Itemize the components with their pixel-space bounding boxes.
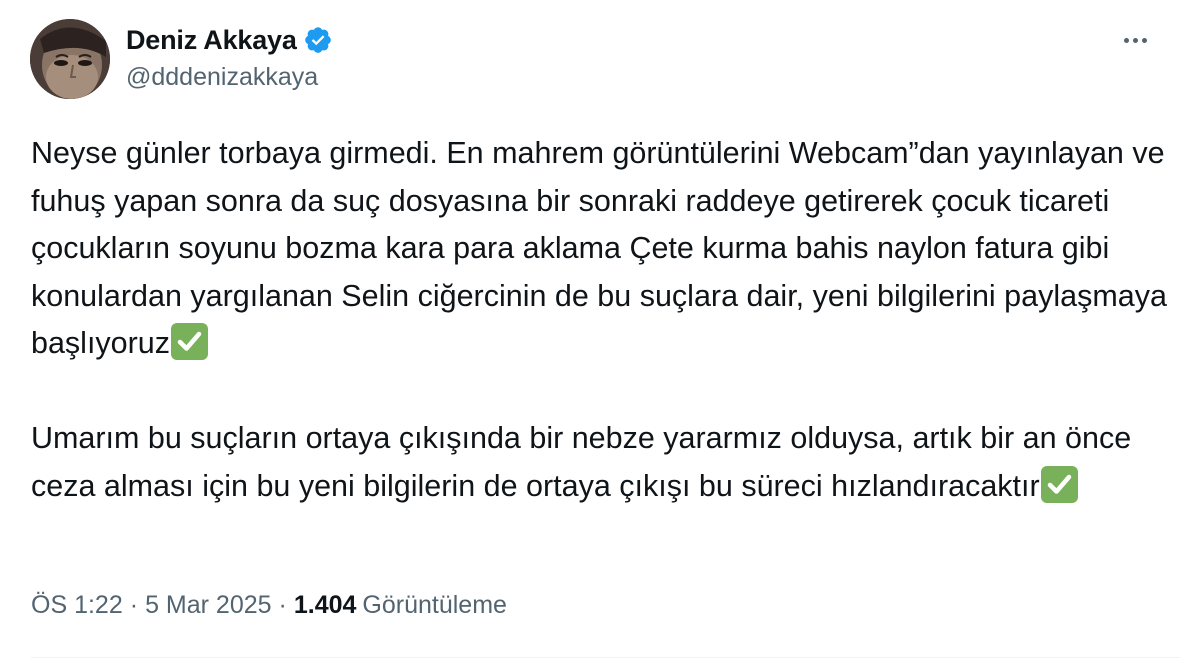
- check-mark-button-icon: [171, 323, 209, 360]
- tweet-time[interactable]: ÖS 1:22: [31, 591, 123, 620]
- tweet-date[interactable]: 5 Mar 2025: [145, 591, 271, 620]
- tweet-paragraph: Umarım bu suçların ortaya çıkışında bir …: [31, 415, 1171, 510]
- meta-separator: ·: [129, 591, 139, 619]
- avatar[interactable]: [30, 19, 110, 99]
- verified-badge-icon[interactable]: [303, 25, 333, 55]
- tweet-text: Neyse günler torbaya girmedi. En mahrem …: [31, 130, 1171, 510]
- check-mark-button-icon: [1040, 465, 1078, 503]
- tweet-card: Deniz Akkaya @dddenizakkaya Neyse günler…: [0, 0, 1200, 663]
- more-options-icon[interactable]: [1118, 26, 1152, 54]
- divider: [31, 657, 1180, 658]
- author-display-name[interactable]: Deniz Akkaya: [126, 25, 297, 56]
- views-count[interactable]: 1.404: [294, 591, 357, 620]
- author-handle[interactable]: @dddenizakkaya: [126, 63, 318, 92]
- meta-separator: ·: [278, 591, 287, 619]
- tweet-paragraph: Neyse günler torbaya girmedi. En mahrem …: [31, 130, 1171, 368]
- avatar-image: [30, 19, 110, 99]
- tweet-metadata: ÖS 1:22 · 5 Mar 2025 · 1.404 Görüntüleme: [31, 591, 507, 620]
- views-label[interactable]: Görüntüleme: [362, 591, 507, 620]
- author-name-row: Deniz Akkaya: [126, 22, 333, 58]
- tweet-paragraph-text: Umarım bu suçların ortaya çıkışında bir …: [31, 421, 1132, 503]
